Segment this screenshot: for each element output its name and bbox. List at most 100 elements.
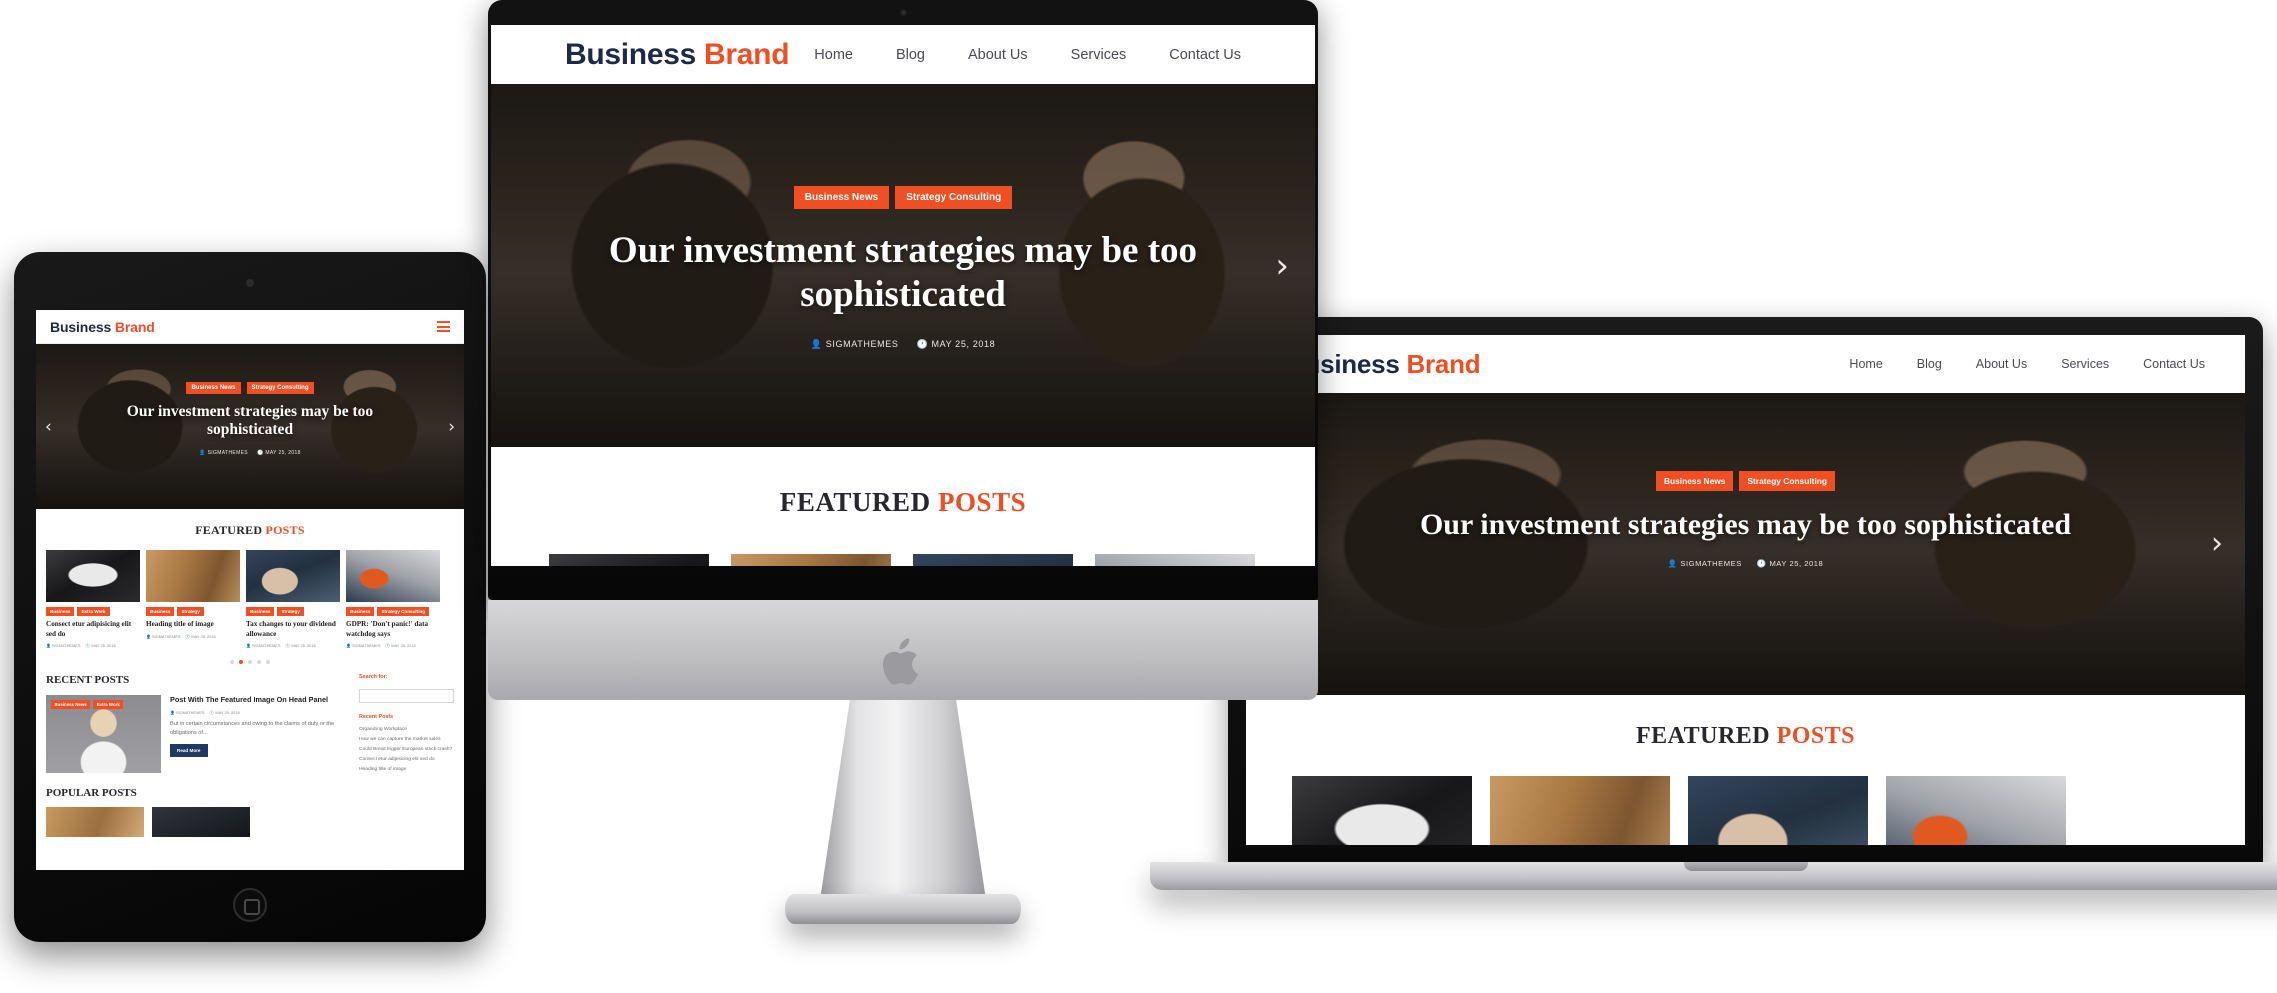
- nav-item-blog[interactable]: Blog: [896, 47, 925, 63]
- popular-post-thumbnail[interactable]: [46, 807, 144, 837]
- hero-title[interactable]: Our investment strategies may be too sop…: [491, 229, 1315, 316]
- laptop-nav-links: Home Blog About Us Services Contact Us: [1849, 357, 2205, 371]
- hero-badges: Business News Strategy Consulting: [36, 382, 464, 394]
- sidebar-recent-item[interactable]: Heading title of image: [359, 765, 454, 775]
- ipad-home-button[interactable]: [233, 888, 267, 922]
- card-badge-1[interactable]: Strategy Consulting: [377, 607, 430, 616]
- card-title[interactable]: Consect etur adipisicing elit sed do: [46, 620, 140, 639]
- card-title[interactable]: Heading title of image: [146, 620, 240, 630]
- desktop-hero-slider[interactable]: Business News Strategy Consulting Our in…: [491, 84, 1315, 447]
- card-thumbnail[interactable]: [1292, 776, 1472, 845]
- tablet-logo[interactable]: Business Brand: [50, 319, 155, 335]
- recent-badge-1[interactable]: Extra Work: [93, 700, 124, 709]
- recent-post-title[interactable]: Post With The Featured Image On Head Pan…: [170, 695, 347, 705]
- card-thumbnail[interactable]: [146, 550, 240, 602]
- nav-item-contact-us[interactable]: Contact Us: [1169, 47, 1241, 63]
- carousel-dot[interactable]: [257, 660, 261, 664]
- featured-card[interactable]: Business Strategy Consulting GDPR: 'Don'…: [346, 550, 440, 648]
- sidebar-recent-heading: Recent Posts: [359, 714, 394, 720]
- featured-card[interactable]: Business Strategy Tax changes to your di…: [246, 550, 340, 648]
- carousel-dot[interactable]: [248, 660, 252, 664]
- card-thumbnail[interactable]: [1688, 776, 1868, 845]
- card-badge-0[interactable]: Business: [346, 607, 375, 616]
- featured-card[interactable]: [549, 554, 709, 566]
- hero-prev-arrow[interactable]: ‹: [45, 417, 52, 437]
- hero-next-arrow[interactable]: ›: [448, 417, 455, 437]
- imac-camera-icon: [899, 9, 907, 16]
- nav-item-home[interactable]: Home: [814, 47, 853, 63]
- featured-card[interactable]: Business Strategy: [1688, 776, 1868, 845]
- recent-post-author: SIGMATHEMES: [175, 710, 205, 716]
- carousel-dots[interactable]: [46, 660, 454, 664]
- hero-badge-0[interactable]: Business News: [1655, 471, 1734, 491]
- hamburger-icon[interactable]: [437, 321, 450, 332]
- featured-card[interactable]: Business Extra Work: [1292, 776, 1472, 845]
- hero-title[interactable]: Our investment strategies may be too sop…: [1246, 507, 2245, 542]
- hero-author: SIGMATHEMES: [1680, 559, 1742, 569]
- nav-item-services[interactable]: Services: [1071, 47, 1127, 63]
- nav-item-home[interactable]: Home: [1849, 357, 1882, 371]
- featured-card[interactable]: [731, 554, 891, 566]
- hero-badge-1[interactable]: Strategy Consulting: [1739, 471, 1836, 491]
- nav-item-about-us[interactable]: About Us: [968, 47, 1028, 63]
- tablet-hero-slider[interactable]: Business News Strategy Consulting Our in…: [36, 344, 464, 509]
- hero-badge-0[interactable]: Business News: [793, 186, 890, 209]
- hero-next-arrow[interactable]: ›: [2211, 526, 2223, 561]
- laptop-hero-slider[interactable]: Business News Strategy Consulting Our in…: [1246, 393, 2245, 695]
- card-badge-1[interactable]: Strategy: [177, 607, 204, 616]
- card-thumbnail[interactable]: [246, 550, 340, 602]
- featured-card[interactable]: [1095, 554, 1255, 566]
- hero-next-arrow[interactable]: ›: [1275, 246, 1289, 286]
- featured-card[interactable]: Business Extra Work Consect etur adipisi…: [46, 550, 140, 648]
- card-date: MAY 25, 2018: [191, 633, 216, 639]
- card-thumbnail[interactable]: [46, 550, 140, 602]
- featured-card[interactable]: [913, 554, 1073, 566]
- recent-post-item[interactable]: Business News Extra Work Post With The F…: [46, 695, 347, 773]
- hero-badge-1[interactable]: Strategy Consulting: [246, 382, 314, 394]
- featured-heading: FEATURED POSTS: [549, 487, 1257, 518]
- hero-badge-1[interactable]: Strategy Consulting: [895, 186, 1013, 209]
- recent-badge-0[interactable]: Business News: [51, 700, 91, 709]
- featured-cards: Business Extra Work Consect etur adipisi…: [46, 550, 454, 648]
- user-icon: 👤: [346, 643, 351, 648]
- macbook-screen: Business Brand Home Blog About Us Servic…: [1246, 335, 2245, 845]
- card-thumbnail[interactable]: [1095, 554, 1255, 566]
- card-thumbnail[interactable]: [346, 550, 440, 602]
- recent-post-thumbnail[interactable]: Business News Extra Work: [46, 695, 161, 773]
- featured-card[interactable]: Business Strategy Heading title of image…: [146, 550, 240, 648]
- featured-heading: FEATURED POSTS: [1292, 723, 2199, 750]
- read-more-button[interactable]: Read More: [170, 743, 208, 757]
- card-author: SIGMATHEMES: [151, 633, 181, 639]
- featured-card[interactable]: Business Strategy Consulting: [1886, 776, 2066, 845]
- nav-item-blog[interactable]: Blog: [1917, 357, 1942, 371]
- card-thumbnail[interactable]: [913, 554, 1073, 566]
- sidebar-recent-item[interactable]: How we can capture the market sales: [359, 735, 454, 745]
- card-thumbnail[interactable]: [549, 554, 709, 566]
- sidebar-recent-item[interactable]: Could Brexit trigger European stock cras…: [359, 745, 454, 755]
- nav-item-services[interactable]: Services: [2061, 357, 2109, 371]
- card-badge-1[interactable]: Extra Work: [77, 607, 110, 616]
- featured-card[interactable]: Business Strategy: [1490, 776, 1670, 845]
- card-badge-0[interactable]: Business: [46, 607, 75, 616]
- card-title[interactable]: Tax changes to your dividend allowance: [246, 620, 340, 639]
- carousel-dot-active[interactable]: [239, 660, 243, 664]
- carousel-dot[interactable]: [266, 660, 270, 664]
- search-input[interactable]: [359, 689, 454, 703]
- popular-post-thumbnail[interactable]: [152, 807, 250, 837]
- sidebar-recent-item[interactable]: Organizing Workplace: [359, 725, 454, 735]
- nav-item-contact-us[interactable]: Contact Us: [2143, 357, 2205, 371]
- card-badge-1[interactable]: Strategy: [277, 607, 304, 616]
- carousel-dot[interactable]: [230, 660, 234, 664]
- card-badge-0[interactable]: Business: [246, 607, 275, 616]
- card-title[interactable]: GDPR: 'Don't panic!' data watchdog says: [346, 620, 440, 639]
- hero-title[interactable]: Our investment strategies may be too sop…: [36, 403, 464, 440]
- card-thumbnail[interactable]: [1886, 776, 2066, 845]
- nav-item-about-us[interactable]: About Us: [1976, 357, 2027, 371]
- desktop-logo[interactable]: Business Brand: [565, 38, 790, 72]
- card-thumbnail[interactable]: [1490, 776, 1670, 845]
- sidebar-recent-item[interactable]: Consect etur adipisicing elit sed do: [359, 755, 454, 765]
- card-thumbnail[interactable]: [731, 554, 891, 566]
- featured-heading-second: POSTS: [265, 523, 305, 537]
- card-badge-0[interactable]: Business: [146, 607, 175, 616]
- hero-badge-0[interactable]: Business News: [186, 382, 241, 394]
